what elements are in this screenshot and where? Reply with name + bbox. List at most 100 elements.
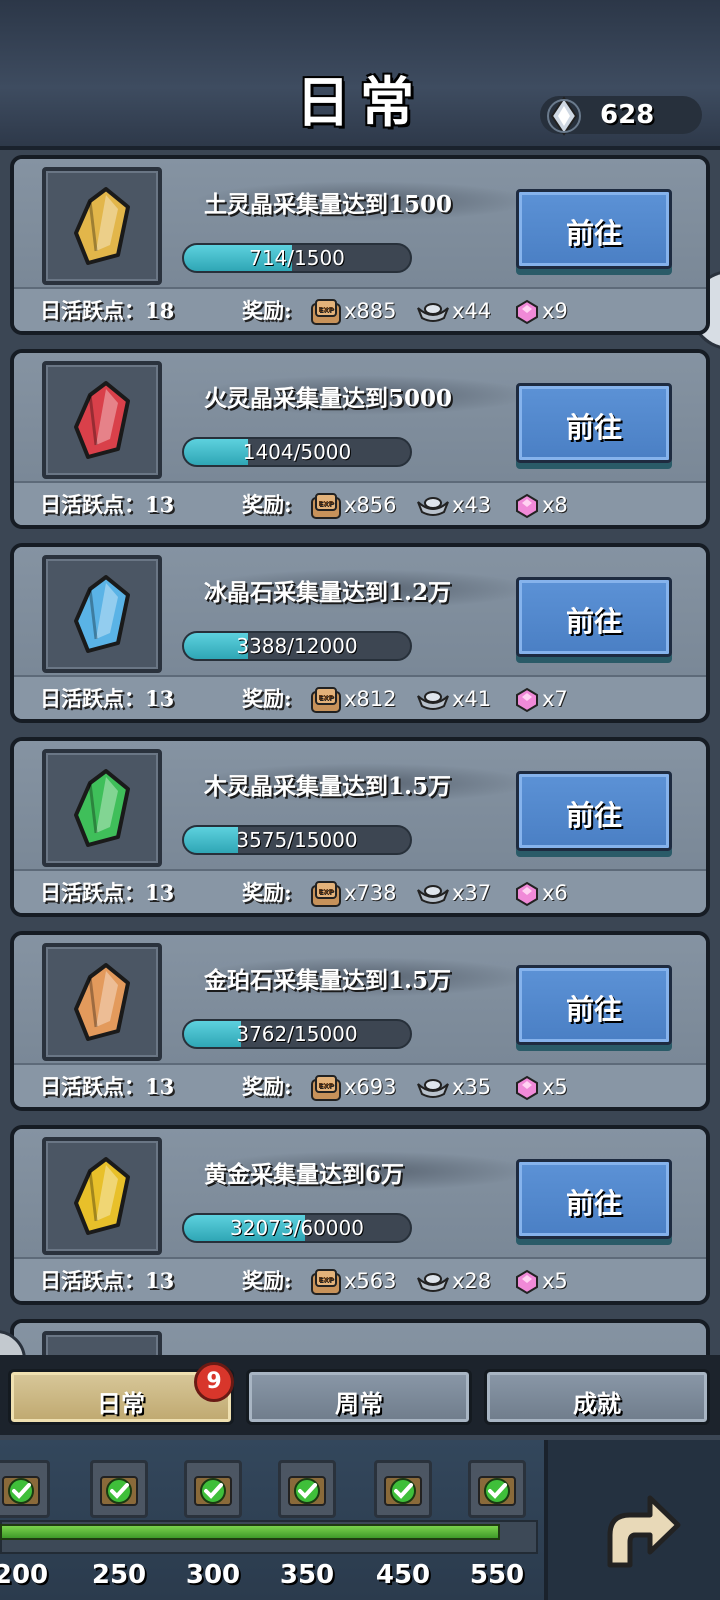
item-frame bbox=[42, 167, 162, 285]
reward-silver: x44 bbox=[416, 295, 491, 327]
blue-crystal-icon bbox=[74, 575, 130, 653]
reward-silver-amount: x28 bbox=[452, 1269, 492, 1293]
task-card: 火灵晶采集量达到5000 1404/5000 前往 日活跃点：13 奖励: EX… bbox=[10, 349, 710, 529]
task-card: 冰晶石采集量达到1.2万 3388/12000 前往 日活跃点：13 奖励: E… bbox=[10, 543, 710, 723]
diamond-gem-icon bbox=[547, 96, 581, 136]
item-frame bbox=[42, 361, 162, 479]
tab-bar: 日常 周常 成就 bbox=[0, 1355, 720, 1435]
task-list[interactable]: 土灵晶采集量达到1500 714/1500 前往 日活跃点：18 奖励: EXP… bbox=[0, 155, 720, 1355]
exp-book-icon: EXP bbox=[311, 687, 341, 713]
milestone-chest[interactable] bbox=[374, 1460, 432, 1518]
task-title: 黄金采集量达到6万 bbox=[204, 1161, 405, 1188]
exp-book-icon: EXP bbox=[311, 1269, 341, 1295]
reward-gem: x7 bbox=[514, 683, 568, 715]
task-title: 冰晶石采集量达到1.2万 bbox=[204, 579, 452, 606]
go-button[interactable]: 前往 bbox=[516, 189, 672, 269]
milestone-chest[interactable] bbox=[0, 1460, 50, 1518]
task-title: 土灵晶采集量达到1500 bbox=[204, 191, 453, 218]
item-frame bbox=[42, 1331, 162, 1355]
active-points: 日活跃点：13 bbox=[40, 1264, 174, 1298]
active-points: 日活跃点：13 bbox=[40, 682, 174, 716]
milestone-label: 550 bbox=[469, 1560, 525, 1590]
reward-label: 奖励: bbox=[242, 1074, 292, 1099]
reward-label: 奖励: bbox=[242, 298, 292, 323]
milestone-chest[interactable] bbox=[184, 1460, 242, 1518]
silver-ingot-icon bbox=[417, 885, 449, 904]
go-button[interactable]: 前往 bbox=[516, 965, 672, 1045]
go-button-label: 前往 bbox=[565, 605, 622, 638]
task-card: 金珀石采集量达到1.5万 3762/15000 前往 日活跃点：13 奖励: E… bbox=[10, 931, 710, 1111]
reward-exp-amount: x856 bbox=[344, 493, 397, 517]
active-points-label: 日活跃点： bbox=[40, 1074, 145, 1099]
reward-exp: EXP x885 bbox=[310, 295, 397, 327]
reward-silver: x41 bbox=[416, 683, 491, 715]
reward-gem: x5 bbox=[514, 1071, 568, 1103]
task-card-partial bbox=[10, 1319, 710, 1355]
tab-weekly[interactable]: 周常 bbox=[246, 1369, 472, 1425]
header: 日常 628 bbox=[0, 0, 720, 150]
pink-gem-icon bbox=[516, 1075, 538, 1101]
silver-ingot-icon bbox=[417, 1273, 449, 1292]
reward-gem-amount: x9 bbox=[542, 299, 568, 323]
item-frame bbox=[42, 555, 162, 673]
go-button[interactable]: 前往 bbox=[516, 771, 672, 851]
amber-stone-icon bbox=[74, 963, 130, 1041]
milestone-chest[interactable] bbox=[90, 1460, 148, 1518]
milestone-label: 300 bbox=[185, 1560, 241, 1590]
task-title: 火灵晶采集量达到5000 bbox=[204, 385, 453, 412]
pink-gem-icon bbox=[516, 687, 538, 713]
exp-book-icon: EXP bbox=[311, 881, 341, 907]
svg-text:EXP: EXP bbox=[318, 306, 333, 314]
go-button[interactable]: 前往 bbox=[516, 577, 672, 657]
milestone-chest[interactable] bbox=[468, 1460, 526, 1518]
silver-ingot-icon bbox=[417, 1079, 449, 1098]
claimed-check-icon bbox=[100, 1476, 138, 1506]
active-points-value: 13 bbox=[145, 880, 175, 905]
active-points-label: 日活跃点： bbox=[40, 298, 145, 323]
reward-label: 奖励: bbox=[242, 880, 292, 905]
svg-text:EXP: EXP bbox=[318, 1276, 333, 1284]
go-button-label: 前往 bbox=[565, 993, 622, 1026]
pink-gem-icon bbox=[516, 1269, 538, 1295]
task-title: 木灵晶采集量达到1.5万 bbox=[204, 773, 452, 800]
reward-silver-amount: x43 bbox=[452, 493, 492, 517]
reward-gem-amount: x8 bbox=[542, 493, 568, 517]
reward-exp: EXP x738 bbox=[310, 877, 397, 909]
go-button-label: 前往 bbox=[565, 1187, 622, 1220]
active-points-value: 18 bbox=[145, 298, 175, 323]
milestone-label: 200 bbox=[0, 1560, 49, 1590]
go-button[interactable]: 前往 bbox=[516, 383, 672, 463]
pink-gem-icon bbox=[516, 299, 538, 325]
claimed-check-icon bbox=[194, 1476, 232, 1506]
claimed-check-icon bbox=[288, 1476, 326, 1506]
milestone-label: 450 bbox=[375, 1560, 431, 1590]
active-points: 日活跃点：13 bbox=[40, 488, 174, 522]
tab-weekly-label: 周常 bbox=[335, 1389, 383, 1418]
tab-achievement[interactable]: 成就 bbox=[484, 1369, 710, 1425]
milestone-label: 250 bbox=[91, 1560, 147, 1590]
reward-exp-amount: x885 bbox=[344, 299, 397, 323]
silver-ingot-icon bbox=[417, 497, 449, 516]
pink-gem-icon bbox=[516, 493, 538, 519]
return-arrow-icon[interactable] bbox=[590, 1480, 690, 1580]
go-button-label: 前往 bbox=[565, 799, 622, 832]
task-progress-bar: 1404/5000 bbox=[182, 437, 412, 467]
progress-text: 714/1500 bbox=[249, 246, 345, 270]
reward-gem: x9 bbox=[514, 295, 568, 327]
go-button[interactable]: 前往 bbox=[516, 1159, 672, 1239]
reward-exp: EXP x812 bbox=[310, 683, 397, 715]
claimed-check-icon bbox=[2, 1476, 40, 1506]
exp-book-icon: EXP bbox=[311, 493, 341, 519]
milestone-chest[interactable] bbox=[278, 1460, 336, 1518]
green-crystal-icon bbox=[74, 769, 130, 847]
task-card: 黄金采集量达到6万 32073/60000 前往 日活跃点：13 奖励: EXP… bbox=[10, 1125, 710, 1305]
active-points: 日活跃点：13 bbox=[40, 1070, 174, 1104]
task-card: 土灵晶采集量达到1500 714/1500 前往 日活跃点：18 奖励: EXP… bbox=[10, 155, 710, 335]
item-frame bbox=[42, 749, 162, 867]
gold-ore-icon bbox=[74, 1157, 130, 1235]
reward-gem-amount: x5 bbox=[542, 1075, 568, 1099]
item-frame bbox=[42, 1137, 162, 1255]
yellow-crystal-icon bbox=[74, 187, 130, 265]
reward-label: 奖励: bbox=[242, 492, 292, 517]
svg-text:EXP: EXP bbox=[318, 500, 333, 508]
